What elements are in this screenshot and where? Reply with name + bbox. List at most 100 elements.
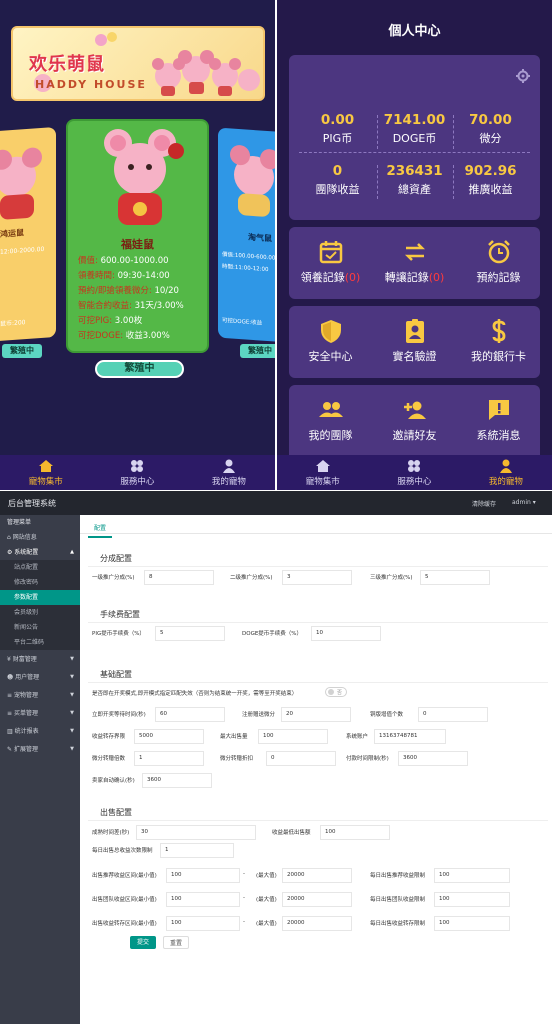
recommend-limit-input[interactable]: 100 <box>434 868 510 883</box>
sidebar-item-qrcode[interactable]: 平台二维码 <box>0 635 80 650</box>
menu-reserve-records[interactable]: 預約記錄 <box>457 239 540 285</box>
menu-real-name[interactable]: 實名驗證 <box>373 318 456 364</box>
sidebar-item-reports[interactable]: ▥ 统计报表 ▼ <box>0 724 80 739</box>
tab-label: 服務中心 <box>120 477 155 487</box>
admin-main: 配置 分成配置 一级推广分成(%) 8 二级推广分成(%) 3 三级推广分成(%… <box>80 515 552 1024</box>
field-label: 微分转赠倍数 <box>92 756 126 762</box>
add-user-icon <box>403 401 426 419</box>
tab-my-pets[interactable]: 我的寵物 <box>183 455 275 490</box>
level3-share-input[interactable]: 5 <box>420 570 490 585</box>
menu-my-team[interactable]: 我的團隊 <box>289 397 372 443</box>
sidebar-item-param-config[interactable]: 参数配置 <box>0 590 80 605</box>
doge-fee-input[interactable]: 10 <box>311 626 381 641</box>
sidebar-item-site-info[interactable]: ⌂ 网站信息 <box>0 530 80 545</box>
admin-panel: 后台管理系统 清除缓存 admin ▾ 管理菜单 ⌂ 网站信息 ⚙ 系统配置 ▲ … <box>0 491 552 1024</box>
menu-badge: (0) <box>428 271 445 284</box>
menu-adopt-records[interactable]: 領養記錄(0) <box>289 239 372 285</box>
system-account-input[interactable]: 13163748781 <box>374 729 446 744</box>
income-limit-input[interactable]: 5000 <box>134 729 204 744</box>
toggle-label: 否 <box>337 690 343 696</box>
stat-doge: 7141.00 DOGE币 <box>377 112 452 146</box>
pet-name: 淘气鼠 <box>248 232 272 244</box>
recommend-max-input[interactable]: 20000 <box>282 868 352 883</box>
alarm-icon <box>487 240 510 264</box>
instant-wait-input[interactable]: 60 <box>155 707 225 722</box>
auto-confirm-input[interactable]: 3600 <box>142 773 212 788</box>
team-limit-input[interactable]: 100 <box>434 892 510 907</box>
sidebar-item-system-config[interactable]: ⚙ 系统配置 ▲ <box>0 545 80 560</box>
tab-service-center[interactable]: 服務中心 <box>92 455 184 490</box>
chevron-down-icon: ▼ <box>70 674 74 680</box>
dash: - <box>243 871 245 877</box>
transfer-max-input[interactable]: 20000 <box>282 916 352 931</box>
team-max-input[interactable]: 20000 <box>282 892 352 907</box>
divider <box>88 820 548 821</box>
menu-bank-card[interactable]: 我的銀行卡 <box>457 318 540 364</box>
reset-button[interactable]: 重置 <box>163 936 189 949</box>
row-label: 領養時間: <box>78 271 115 281</box>
field-label: 出售推荐收益区间(最小值) <box>92 873 157 879</box>
recommend-min-input[interactable]: 100 <box>166 868 240 883</box>
breed-button-right[interactable]: 繁殖中 <box>240 344 275 358</box>
transfer-min-input[interactable]: 100 <box>166 916 240 931</box>
sidebar-item-site-config[interactable]: 站点配置 <box>0 560 80 575</box>
banner[interactable]: 欢乐萌鼠 HADDY HOUSE <box>11 26 265 101</box>
breed-button-left[interactable]: 繁殖中 <box>2 344 42 358</box>
pet-row: 12:00-2000.00 <box>0 245 45 256</box>
field-label: 是否即在开奖模式,即开模式指定匹配失效（否则为结束统一开奖，需等至开奖结束） <box>92 691 298 697</box>
menu-transfer-records[interactable]: 轉讓記錄(0) <box>373 239 456 285</box>
level1-share-input[interactable]: 8 <box>144 570 214 585</box>
max-sell-input[interactable]: 100 <box>258 729 328 744</box>
menu-system-messages[interactable]: 系統消息 <box>457 397 540 443</box>
level2-share-input[interactable]: 3 <box>282 570 352 585</box>
pig-fee-input[interactable]: 5 <box>155 626 225 641</box>
tab-service-center[interactable]: 服務中心 <box>369 455 461 490</box>
users-icon: ☻ <box>7 674 16 681</box>
tab-pet-market[interactable]: 寵物集市 <box>277 455 369 490</box>
breed-button[interactable]: 繁殖中 <box>95 360 184 378</box>
transfer-limit-input[interactable]: 100 <box>434 916 510 931</box>
sidebar-item-member-level[interactable]: 会员级别 <box>0 605 80 620</box>
sidebar-item-pets[interactable]: ≡ 宠物管理 ▼ <box>0 688 80 703</box>
wrench-icon: ✎ <box>7 746 14 753</box>
menu-invite-friends[interactable]: 邀請好友 <box>373 397 456 443</box>
sidebar-item-news[interactable]: 新闻公告 <box>0 620 80 635</box>
payment-time-input[interactable]: 3600 <box>398 751 468 766</box>
field-label: (最大值) <box>256 921 277 927</box>
team-menu: 我的團隊 邀請好友 系統消息 <box>289 385 540 465</box>
clear-cache-link[interactable]: 清除缓存 <box>472 499 496 508</box>
tab-config[interactable]: 配置 <box>88 519 113 538</box>
min-sell-input[interactable]: 100 <box>320 825 390 840</box>
sidebar-item-finance[interactable]: ¥ 财富管理 ▼ <box>0 652 80 667</box>
pet-card-center[interactable]: 福娃鼠 價值: 600.00-1000.00 領養時間: 09:30-14:00… <box>66 119 209 353</box>
tab-pet-market[interactable]: 寵物集市 <box>0 455 92 490</box>
points-discount-input[interactable]: 0 <box>266 751 336 766</box>
bronze-count-input[interactable]: 0 <box>418 707 488 722</box>
daily-sell-count-input[interactable]: 1 <box>160 843 234 858</box>
menu-label: 安全中心 <box>308 350 353 363</box>
sidebar-item-label: 系统配置 <box>14 549 39 556</box>
pet-illustration <box>104 129 184 225</box>
pet-card-left[interactable]: 鸿运鼠 12:00-2000.00 鼠币:200 <box>0 126 56 344</box>
pet-card-right[interactable]: 淘气鼠 價值:100.00-600.00 時間:11:00-12:00 可挖DO… <box>218 127 275 343</box>
sidebar-item-orders[interactable]: ≡ 买单管理 ▼ <box>0 706 80 721</box>
sidebar-item-users[interactable]: ☻ 用户管理 ▼ <box>0 670 80 685</box>
menu-security-center[interactable]: 安全中心 <box>289 318 372 364</box>
submit-button[interactable]: 提交 <box>130 936 156 949</box>
instant-draw-toggle[interactable]: 否 <box>325 687 347 697</box>
register-points-input[interactable]: 20 <box>281 707 351 722</box>
sidebar-item-extensions[interactable]: ✎ 扩展管理 ▼ <box>0 742 80 757</box>
team-icon <box>318 402 343 417</box>
dash: - <box>243 919 245 925</box>
sidebar-item-change-password[interactable]: 修改密码 <box>0 575 80 590</box>
user-menu[interactable]: admin ▾ <box>512 499 536 506</box>
tab-my-pets[interactable]: 我的寵物 <box>460 455 552 490</box>
points-multiple-input[interactable]: 1 <box>134 751 204 766</box>
mature-time-input[interactable]: 30 <box>136 825 256 840</box>
divider <box>299 152 530 153</box>
field-label: 二级推广分成(%) <box>230 575 273 581</box>
team-min-input[interactable]: 100 <box>166 892 240 907</box>
field-label: 收益最低出售额 <box>272 830 311 836</box>
field-label: 卖家自动确认(秒) <box>92 778 135 784</box>
gear-icon[interactable] <box>516 69 530 83</box>
